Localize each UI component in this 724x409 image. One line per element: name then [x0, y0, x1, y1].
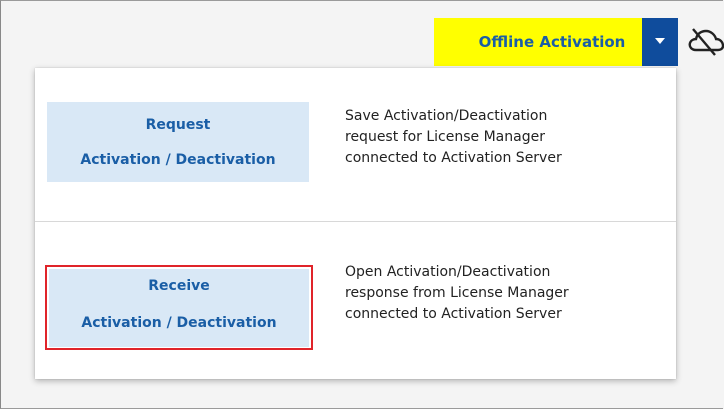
- receive-activation-button[interactable]: Receive Activation / Deactivation: [49, 269, 309, 347]
- menu-item-receive: Receive Activation / Deactivation Open A…: [35, 223, 676, 379]
- offline-activation-dropdown-toggle[interactable]: [642, 18, 678, 66]
- request-button-line2: Activation / Deactivation: [80, 152, 276, 168]
- receive-button-line2: Activation / Deactivation: [81, 315, 277, 331]
- cloud-off-icon[interactable]: [688, 26, 724, 56]
- request-activation-button[interactable]: Request Activation / Deactivation: [47, 102, 309, 182]
- receive-button-line1: Receive: [148, 278, 210, 294]
- offline-activation-button[interactable]: Offline Activation: [434, 18, 642, 66]
- receive-description: Open Activation/Deactivation response fr…: [345, 264, 569, 322]
- offline-activation-label: Offline Activation: [478, 33, 626, 51]
- request-button-line1: Request: [145, 117, 211, 133]
- toolbar: Offline Activation: [0, 0, 724, 70]
- menu-item-request: Request Activation / Deactivation Save A…: [35, 68, 676, 222]
- offline-activation-menu: Request Activation / Deactivation Save A…: [35, 68, 676, 379]
- request-description: Save Activation/Deactivation request for…: [345, 108, 562, 166]
- caret-down-icon: [655, 38, 665, 44]
- menu-divider: [35, 221, 676, 222]
